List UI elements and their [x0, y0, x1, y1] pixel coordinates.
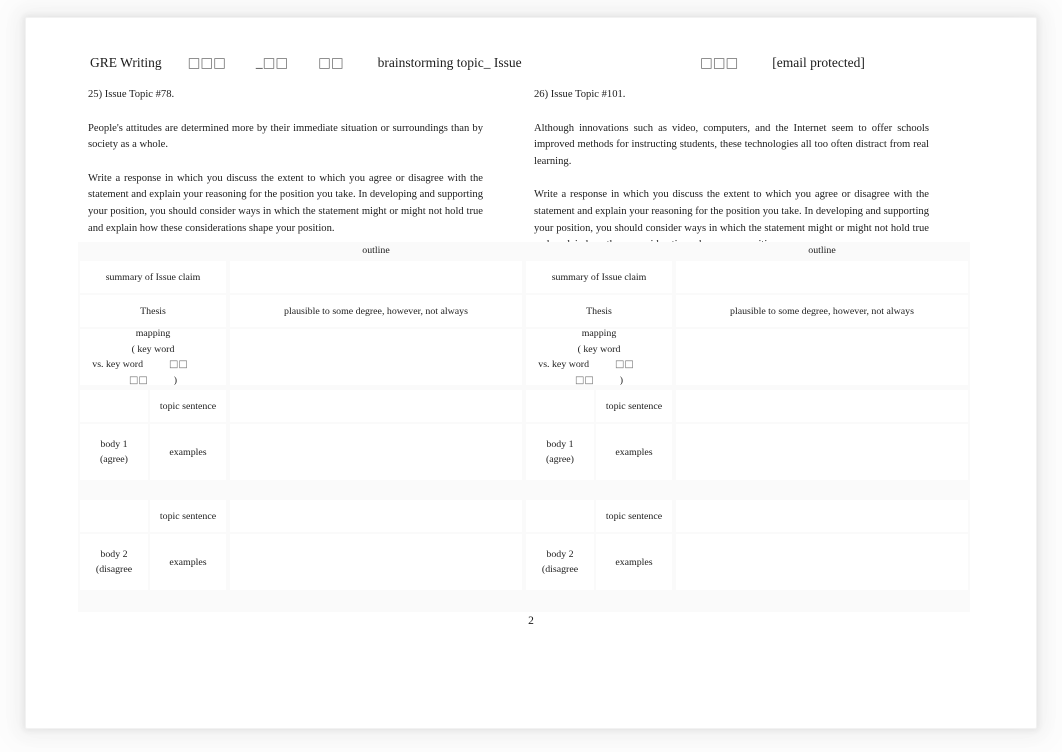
- content-body1-topic-right[interactable]: [676, 390, 968, 422]
- table-row: topic sentence: [78, 500, 524, 532]
- label-body1-topic-sentence-left: topic sentence: [150, 390, 226, 422]
- body1-line-2: (agree): [546, 454, 574, 465]
- topic-id-left: 25) Issue Topic #78.: [88, 89, 175, 100]
- mapping-line-1: mapping: [135, 328, 171, 339]
- header-underscore: _: [255, 55, 263, 70]
- document-viewer[interactable]: GRE Writing □□□ _□□ □□ brainstorming topic_ …: [0, 0, 1062, 752]
- content-thesis-right[interactable]: plausible to some degree, however, not a…: [676, 295, 968, 327]
- mapping-close-paren: ): [619, 374, 623, 386]
- body1-line-1: body 1: [546, 438, 574, 450]
- text-column-left: 25) Issue Topic #78. People's attitudes …: [88, 87, 483, 237]
- content-body1-examples-right[interactable]: [676, 424, 968, 480]
- label-body2-left: body 2 (disagree: [80, 534, 148, 590]
- header-subtitle: brainstorming topic_ Issue: [377, 55, 522, 70]
- label-mapping-right: mapping ( key word vs. key word □□ □□): [526, 328, 672, 388]
- table-row: body 2 (disagree examples: [78, 534, 524, 590]
- mapping-line-2: ( key word: [131, 343, 175, 355]
- body1-line-1: body 1: [100, 438, 128, 450]
- table-row: Thesis plausible to some degree, however…: [78, 295, 524, 327]
- body2-line-2: (disagree: [95, 564, 133, 575]
- mapping-vs-keyword: vs. key word: [92, 359, 144, 370]
- mapping-vs-keyword: vs. key word: [538, 359, 590, 370]
- header-cjk-2: □□: [262, 55, 289, 71]
- content-body2-examples-left[interactable]: [230, 534, 522, 590]
- header-author-cjk: □□□: [700, 55, 739, 71]
- header-cjk-1: □□□: [187, 55, 226, 71]
- header-left: GRE Writing □□□ _□□ □□ brainstorming topic_ …: [90, 55, 522, 71]
- outline-table-right: outline summary of Issue claim Thesis pl…: [524, 242, 970, 612]
- label-body2-topic-sentence-left: topic sentence: [150, 500, 226, 532]
- body1-line-2: (agree): [100, 454, 128, 465]
- body2-line-2: (disagree: [541, 564, 579, 575]
- mapping-cjk-1: □□: [169, 359, 188, 370]
- content-thesis-left[interactable]: plausible to some degree, however, not a…: [230, 295, 522, 327]
- content-mapping-right[interactable]: [676, 329, 968, 385]
- table-row: body 2 (disagree examples: [524, 534, 970, 590]
- label-body2-examples-right: examples: [596, 534, 672, 590]
- outline-title-right: outline: [676, 242, 968, 259]
- outline-table-left: outline summary of Issue claim Thesis pl…: [78, 242, 524, 612]
- header-right: □□□ [email protected]: [700, 55, 865, 71]
- body2-spacer-top-left: [80, 500, 148, 532]
- topic-id-right: 26) Issue Topic #101.: [534, 89, 626, 100]
- mapping-line-3: vs. key word □□ □□): [84, 357, 222, 388]
- content-body1-topic-left[interactable]: [230, 390, 522, 422]
- label-body1-examples-right: examples: [596, 424, 672, 480]
- table-row: summary of Issue claim: [78, 261, 524, 293]
- label-thesis-left: Thesis: [80, 295, 226, 327]
- mapping-cjk-2: □□: [575, 374, 594, 386]
- content-body2-examples-right[interactable]: [676, 534, 968, 590]
- body2-line-1: body 2: [546, 548, 574, 560]
- label-mapping-left: mapping ( key word vs. key word □□ □□): [80, 328, 226, 388]
- table-row: body 1 (agree) examples: [524, 424, 970, 480]
- mapping-line-1: mapping: [581, 328, 617, 339]
- header-cjk-3: □□: [318, 55, 344, 71]
- content-body2-topic-right[interactable]: [676, 500, 968, 532]
- table-row: summary of Issue claim: [524, 261, 970, 293]
- topic-prompt-left: Write a response in which you discuss th…: [88, 172, 483, 234]
- mapping-cjk-2: □□: [129, 374, 148, 386]
- document-header: GRE Writing □□□ _□□ □□ brainstorming topic_ …: [90, 55, 980, 77]
- table-row: topic sentence: [78, 390, 524, 422]
- label-body2-examples-left: examples: [150, 534, 226, 590]
- table-row: topic sentence: [524, 390, 970, 422]
- table-row: Thesis plausible to some degree, however…: [524, 295, 970, 327]
- table-row: mapping ( key word vs. key word □□ □□): [78, 328, 524, 388]
- header-email: [email protected]: [772, 55, 865, 70]
- body2-line-1: body 2: [100, 548, 128, 560]
- content-summary-right[interactable]: [676, 261, 968, 293]
- label-body1-left: body 1 (agree): [80, 424, 148, 480]
- topic-statement-right: Although innovations such as video, comp…: [534, 122, 929, 167]
- content-mapping-left[interactable]: [230, 329, 522, 385]
- mapping-line-2: ( key word: [577, 343, 621, 355]
- text-column-right: 26) Issue Topic #101. Although innovatio…: [534, 87, 929, 254]
- label-body2-right: body 2 (disagree: [526, 534, 594, 590]
- body1-spacer-top-left: [80, 390, 148, 422]
- label-body2-topic-sentence-right: topic sentence: [596, 500, 672, 532]
- body1-spacer-top-right: [526, 390, 594, 422]
- content-summary-left[interactable]: [230, 261, 522, 293]
- table-row: mapping ( key word vs. key word □□ □□): [524, 328, 970, 388]
- content-body2-topic-left[interactable]: [230, 500, 522, 532]
- mapping-close-paren: ): [173, 374, 177, 386]
- label-body1-right: body 1 (agree): [526, 424, 594, 480]
- mapping-line-3: vs. key word □□ □□): [530, 357, 668, 388]
- label-body1-examples-left: examples: [150, 424, 226, 480]
- header-title: GRE Writing: [90, 55, 162, 70]
- label-summary-left: summary of Issue claim: [80, 261, 226, 293]
- topic-statement-left: People's attitudes are determined more b…: [88, 122, 483, 151]
- outline-tables-area: outline summary of Issue claim Thesis pl…: [78, 242, 990, 612]
- table-row: body 1 (agree) examples: [78, 424, 524, 480]
- label-body1-topic-sentence-right: topic sentence: [596, 390, 672, 422]
- page-number: 2: [528, 615, 534, 627]
- outline-title-left: outline: [230, 242, 522, 259]
- label-thesis-right: Thesis: [526, 295, 672, 327]
- body2-spacer-top-right: [526, 500, 594, 532]
- content-body1-examples-left[interactable]: [230, 424, 522, 480]
- label-summary-right: summary of Issue claim: [526, 261, 672, 293]
- table-row: topic sentence: [524, 500, 970, 532]
- document-page: GRE Writing □□□ _□□ □□ brainstorming topic_ …: [40, 30, 1022, 720]
- mapping-cjk-1: □□: [615, 359, 634, 370]
